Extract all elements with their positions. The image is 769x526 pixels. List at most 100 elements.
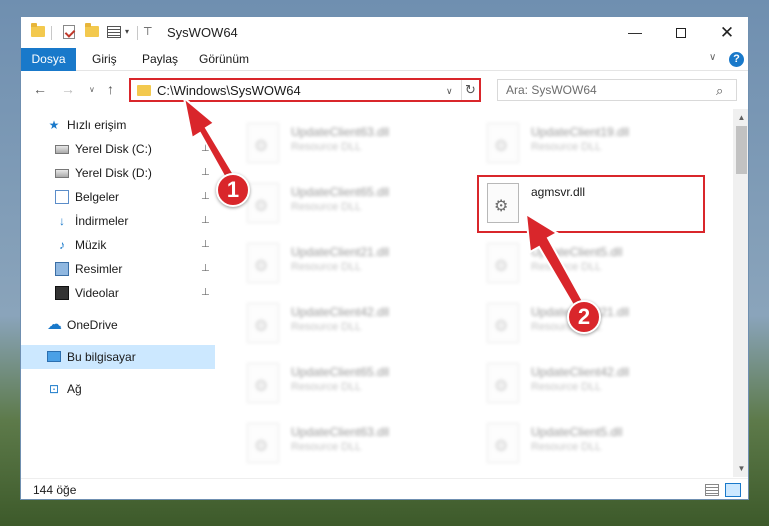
scroll-down-icon[interactable]: ▼ <box>733 460 748 477</box>
up-button[interactable]: ↑ <box>107 81 114 97</box>
list-item[interactable]: UpdateClient65.dll Resource DLL <box>241 179 461 231</box>
sidebar-item-disk-c[interactable]: Yerel Disk (C:) ⊥ <box>21 137 215 161</box>
list-item[interactable]: UpdateClient65.dll Resource DLL <box>241 359 461 411</box>
file-name: UpdateClient5.dll <box>531 425 623 439</box>
explorer-window: ▾ ⊤ SysWOW64 — ✕ Dosya Giriş Paylaş Görü… <box>20 16 749 500</box>
pin-icon[interactable]: ⊥ <box>201 209 210 233</box>
file-name: UpdateClient65.dll <box>291 365 390 379</box>
tab-view[interactable]: Görünüm <box>199 48 249 71</box>
file-list: UpdateClient63.dll Resource DLL UpdateCl… <box>217 109 733 477</box>
dll-file-icon <box>247 123 279 163</box>
sidebar-item-label: Videolar <box>75 286 119 300</box>
sidebar-item-videos[interactable]: Videolar ⊥ <box>21 281 215 305</box>
sidebar-item-label: Bu bilgisayar <box>67 350 136 364</box>
sidebar-item-label: Yerel Disk (C:) <box>75 142 152 156</box>
drive-icon <box>55 145 69 154</box>
file-type: Resource DLL <box>291 261 362 273</box>
sidebar-item-disk-d[interactable]: Yerel Disk (D:) ⊥ <box>21 161 215 185</box>
chevron-down-icon[interactable]: ▾ <box>125 27 129 43</box>
search-input[interactable]: Ara: SysWOW64 ⌕ <box>497 79 737 101</box>
dll-file-icon <box>487 123 519 163</box>
list-item[interactable]: UpdateClient5.dll Resource DLL <box>481 419 701 471</box>
details-view-icon[interactable] <box>705 484 719 496</box>
sidebar-item-label: Belgeler <box>75 190 120 204</box>
tab-file[interactable]: Dosya <box>21 48 76 71</box>
sidebar-item-downloads[interactable]: ↓ İndirmeler ⊥ <box>21 209 215 233</box>
sidebar-item-network[interactable]: ⊡ Ağ <box>21 377 215 401</box>
tab-share[interactable]: Paylaş <box>142 48 178 71</box>
search-placeholder: Ara: SysWOW64 <box>506 83 597 97</box>
scrollbar-thumb[interactable] <box>736 126 747 174</box>
maximize-icon <box>676 28 686 39</box>
pin-icon[interactable]: ⊥ <box>201 257 210 281</box>
close-button[interactable]: ✕ <box>704 17 748 48</box>
file-name: UpdateClient19.dll <box>531 125 630 139</box>
title-bar: ▾ ⊤ SysWOW64 — ✕ <box>21 17 748 48</box>
sidebar-item-label: Resimler <box>75 262 123 276</box>
navigation-bar: ← → ∨ ↑ C:\Windows\SysWOW64 ∨ ↻ Ara: Sys… <box>21 71 748 107</box>
refresh-button[interactable]: ↻ <box>461 80 479 100</box>
sidebar-item-this-pc[interactable]: Bu bilgisayar <box>21 345 215 369</box>
list-item[interactable]: UpdateClient42.dll Resource DLL <box>241 299 461 351</box>
search-icon[interactable]: ⌕ <box>716 83 723 99</box>
file-type: Resource DLL <box>291 441 362 453</box>
file-name: UpdateClient42.dll <box>531 365 630 379</box>
ribbon-tabs: Dosya Giriş Paylaş Görünüm ∨ ? <box>21 48 748 71</box>
list-item[interactable]: UpdateClient19.dll Resource DLL <box>481 119 701 171</box>
sidebar-item-onedrive[interactable]: ☁ OneDrive <box>21 313 215 337</box>
minimize-button[interactable]: — <box>612 17 658 48</box>
forward-button[interactable]: → <box>61 81 75 97</box>
list-item[interactable]: UpdateClient21.dll Resource DLL <box>241 239 461 291</box>
file-name: UpdateClient5.dll <box>531 245 623 259</box>
new-folder-icon[interactable] <box>85 23 99 37</box>
dll-file-icon <box>247 243 279 283</box>
sidebar-item-quick-access[interactable]: ★ Hızlı erişim <box>21 113 215 137</box>
pin-icon[interactable]: ⊥ <box>201 161 210 185</box>
address-dropdown-icon[interactable]: ∨ <box>446 86 453 97</box>
pin-icon[interactable]: ⊥ <box>201 233 210 257</box>
cloud-icon: ☁ <box>47 316 62 333</box>
list-item[interactable]: UpdateClient5.dll Resource DLL <box>481 239 701 291</box>
scroll-up-icon[interactable]: ▲ <box>733 109 748 126</box>
vertical-scrollbar[interactable]: ▲ ▼ <box>733 109 748 477</box>
music-icon: ♪ <box>59 238 65 252</box>
item-count: 144 öğe <box>33 483 77 497</box>
recent-locations-button[interactable]: ∨ <box>89 85 95 94</box>
documents-icon <box>55 190 69 204</box>
drive-icon <box>55 169 69 178</box>
network-icon: ⊡ <box>48 382 60 396</box>
list-item[interactable]: UpdateClient63.dll Resource DLL <box>241 119 461 171</box>
window-title: SysWOW64 <box>167 25 238 40</box>
properties-check-icon[interactable] <box>63 25 75 39</box>
back-button[interactable]: ← <box>33 81 47 97</box>
pin-icon[interactable]: ⊥ <box>201 281 210 305</box>
sidebar-item-documents[interactable]: Belgeler ⊥ <box>21 185 215 209</box>
videos-icon <box>55 286 69 300</box>
file-highlight-box <box>477 175 705 233</box>
quick-access-properties-icon[interactable] <box>107 26 121 38</box>
pin-icon[interactable]: ⊥ <box>201 185 210 209</box>
step-badge-1: 1 <box>216 173 250 207</box>
pin-icon[interactable]: ⊥ <box>201 137 210 161</box>
sidebar-item-music[interactable]: ♪ Müzik ⊥ <box>21 233 215 257</box>
file-name: UpdateClient63.dll <box>291 425 390 439</box>
sidebar-item-label: İndirmeler <box>75 214 129 228</box>
sidebar-item-pictures[interactable]: Resimler ⊥ <box>21 257 215 281</box>
large-icons-view-icon[interactable] <box>725 483 741 497</box>
file-name: UpdateClient42.dll <box>291 305 390 319</box>
tab-home[interactable]: Giriş <box>92 48 117 71</box>
address-path[interactable]: C:\Windows\SysWOW64 <box>157 83 301 98</box>
file-name: UpdateClient63.dll <box>291 125 390 139</box>
sidebar-item-label: Ağ <box>67 382 82 396</box>
customize-toolbar-icon[interactable]: ⊤ <box>143 25 153 41</box>
list-item[interactable]: UpdateClient42.dll Resource DLL <box>481 359 701 411</box>
file-name: UpdateClient65.dll <box>291 185 390 199</box>
file-type: Resource DLL <box>531 441 602 453</box>
computer-icon <box>47 351 61 362</box>
expand-ribbon-icon[interactable]: ∨ <box>709 52 716 63</box>
help-icon[interactable]: ? <box>729 52 744 67</box>
address-bar[interactable]: C:\Windows\SysWOW64 ∨ ↻ <box>129 78 481 102</box>
navigation-pane: ★ Hızlı erişim Yerel Disk (C:) ⊥ Yerel D… <box>21 109 215 477</box>
list-item[interactable]: UpdateClient63.dll Resource DLL <box>241 419 461 471</box>
maximize-button[interactable] <box>658 17 704 48</box>
